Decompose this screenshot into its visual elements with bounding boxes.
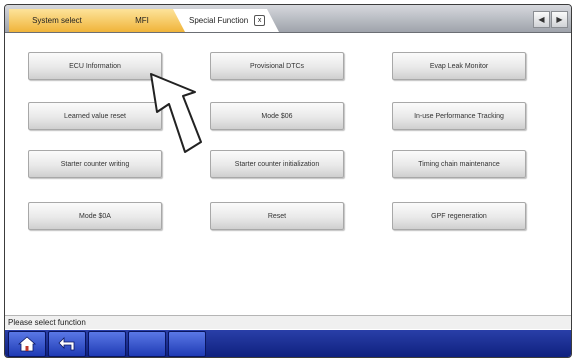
tab-close-icon[interactable]: x [254, 15, 265, 26]
app-window: System select MFI Special Function x ◀ ▶… [4, 4, 572, 358]
scroll-right-icon[interactable]: ▶ [551, 11, 568, 28]
evap-leak-monitor-button[interactable]: Evap Leak Monitor [392, 52, 526, 80]
home-icon [18, 336, 36, 352]
starter-counter-writing-button[interactable]: Starter counter writing [28, 150, 162, 178]
timing-chain-maintenance-button[interactable]: Timing chain maintenance [392, 150, 526, 178]
status-message: Please select function [5, 315, 571, 329]
reset-button[interactable]: Reset [210, 202, 344, 230]
toolbar-slot-3[interactable] [88, 331, 126, 357]
scroll-left-icon[interactable]: ◀ [533, 11, 550, 28]
tab-special-function[interactable]: Special Function x [169, 9, 279, 32]
toolbar-slot-5[interactable] [168, 331, 206, 357]
learned-value-reset-button[interactable]: Learned value reset [28, 102, 162, 130]
bottom-toolbar [5, 330, 571, 357]
mode-0a-button[interactable]: Mode $0A [28, 202, 162, 230]
back-button[interactable] [48, 331, 86, 357]
back-arrow-icon [58, 337, 75, 351]
tab-system-select-label: System select [32, 16, 82, 25]
starter-counter-initialization-button[interactable]: Starter counter initialization [210, 150, 344, 178]
home-button[interactable] [8, 331, 46, 357]
tab-bar: System select MFI Special Function x ◀ ▶ [5, 5, 571, 33]
pointer-arrow-icon [150, 73, 202, 153]
ecu-information-button[interactable]: ECU Information [28, 52, 162, 80]
in-use-performance-tracking-button[interactable]: In-use Performance Tracking [392, 102, 526, 130]
tab-system-select[interactable]: System select [9, 9, 105, 32]
tab-special-function-label: Special Function [189, 16, 249, 25]
tab-mfi-label: MFI [135, 16, 149, 25]
provisional-dtcs-button[interactable]: Provisional DTCs [210, 52, 344, 80]
gpf-regeneration-button[interactable]: GPF regeneration [392, 202, 526, 230]
toolbar-slot-4[interactable] [128, 331, 166, 357]
mode-06-button[interactable]: Mode $06 [210, 102, 344, 130]
